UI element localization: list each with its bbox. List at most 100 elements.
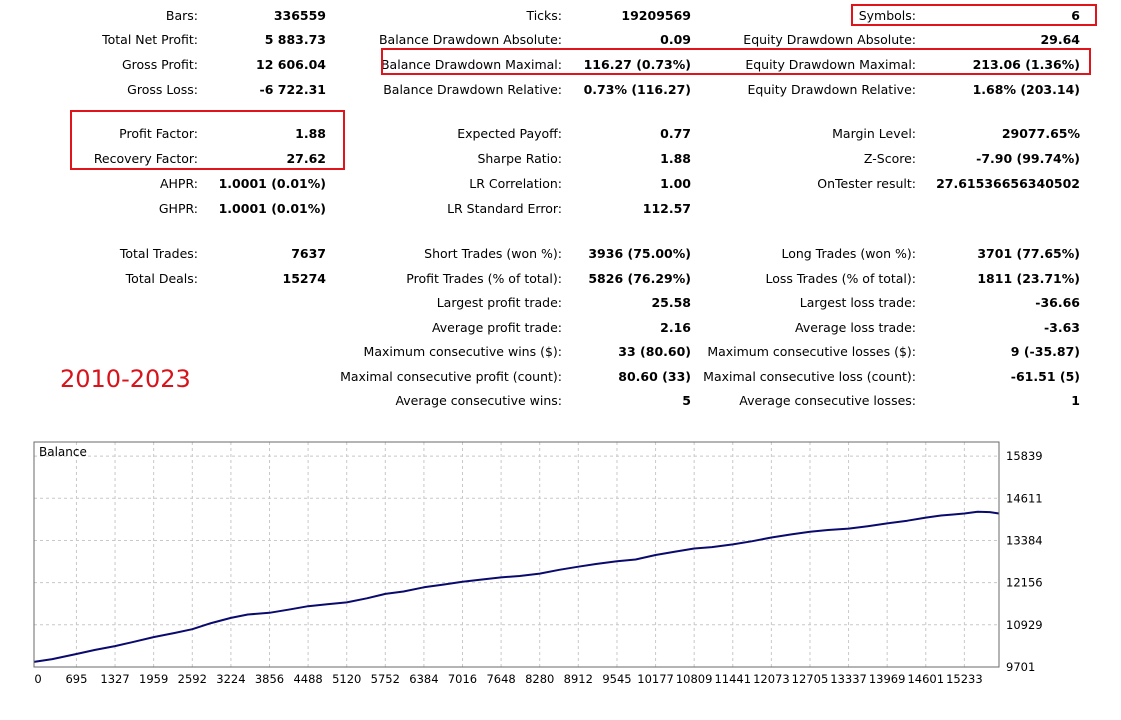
balance-chart: 0 695 1327 1959 2592 3224 3856 4488 5120 5752 6384… bbox=[0, 438, 1121, 716]
stat-label: Balance Drawdown Maximal: bbox=[380, 57, 562, 72]
stat-value: 6 bbox=[1071, 8, 1080, 23]
stat-value bbox=[920, 197, 1080, 221]
stat-value: 15274 bbox=[282, 271, 327, 286]
x-tick-label: 7016 bbox=[448, 672, 477, 686]
x-tick-label: 3856 bbox=[255, 672, 284, 686]
stat-label: Maximal consecutive loss (count): bbox=[703, 369, 916, 384]
stat-label bbox=[700, 197, 916, 221]
stat-label: Margin Level: bbox=[832, 126, 916, 141]
stat-value: 3701 (77.65%) bbox=[977, 246, 1080, 261]
stat-label: Gross Loss: bbox=[127, 82, 198, 97]
y-tick-label: 14611 bbox=[1006, 491, 1043, 505]
test-report-stats: Bars: 336559 Ticks: 19209569 Symbols: 6 Total … bbox=[0, 0, 1121, 420]
x-tick-label: 5120 bbox=[332, 672, 361, 686]
stats-row: Total Net Profit: 5 883.73 Balance Drawdow… bbox=[0, 28, 1121, 52]
stat-label: Average profit trade: bbox=[431, 320, 562, 335]
x-tick-label: 695 bbox=[65, 672, 87, 686]
x-tick-label: 1959 bbox=[139, 672, 168, 686]
stats-row: Total Deals: 15274 Profit Trades (% of tot… bbox=[0, 267, 1121, 291]
stat-label: Maximal consecutive profit (count): bbox=[340, 369, 562, 384]
stats-row: Maximum consecutive wins ($): 33 (80.60) M… bbox=[0, 340, 1121, 364]
stat-label: Average consecutive losses: bbox=[739, 393, 916, 408]
period-label: 2010-2023 bbox=[60, 365, 191, 393]
stat-label: Total Net Profit: bbox=[102, 32, 198, 47]
stat-value: 12 606.04 bbox=[256, 57, 326, 72]
x-tick-label: 13969 bbox=[869, 672, 906, 686]
stat-value: 5 883.73 bbox=[264, 32, 326, 47]
x-tick-label: 11441 bbox=[714, 672, 751, 686]
stats-row: Recovery Factor: 27.62 Sharpe Ratio: 1.88 Z-… bbox=[0, 147, 1121, 171]
stat-value: 3936 (75.00%) bbox=[588, 246, 691, 261]
stat-value: 1.88 bbox=[660, 151, 691, 166]
stat-label: Largest loss trade: bbox=[799, 295, 916, 310]
stat-label: Gross Profit: bbox=[121, 57, 198, 72]
stats-row: Largest profit trade: 25.58 Largest loss t… bbox=[0, 291, 1121, 315]
stat-value: 0.73% (116.27) bbox=[583, 82, 691, 97]
stat-value bbox=[200, 340, 326, 364]
stat-label: AHPR: bbox=[159, 176, 198, 191]
stats-row: Profit Factor: 1.88 Expected Payoff: 0.77 Ma… bbox=[0, 122, 1121, 146]
x-tick-label: 3224 bbox=[216, 672, 245, 686]
stats-row: Total Trades: 7637 Short Trades (won %): 39… bbox=[0, 242, 1121, 266]
stat-label: Sharpe Ratio: bbox=[477, 151, 562, 166]
x-tick-label: 13337 bbox=[830, 672, 867, 686]
stat-label: Total Deals: bbox=[125, 271, 198, 286]
x-tick-label: 9545 bbox=[602, 672, 631, 686]
stat-value: -6 722.31 bbox=[259, 82, 326, 97]
stat-value: 116.27 (0.73%) bbox=[583, 57, 691, 72]
stat-value: 80.60 (33) bbox=[618, 369, 691, 384]
stat-label bbox=[0, 291, 198, 315]
stat-label: Symbols: bbox=[858, 8, 916, 23]
y-tick-label: 9701 bbox=[1006, 660, 1035, 674]
stat-value bbox=[200, 316, 326, 340]
stat-label: Average loss trade: bbox=[795, 320, 916, 335]
x-tick-label: 12073 bbox=[753, 672, 790, 686]
stat-value: 5826 (76.29%) bbox=[588, 271, 691, 286]
stat-value: 1.0001 (0.01%) bbox=[218, 176, 326, 191]
stats-row: Bars: 336559 Ticks: 19209569 Symbols: 6 bbox=[0, 4, 1121, 28]
plot-area bbox=[34, 442, 999, 667]
stat-label: Equity Drawdown Absolute: bbox=[743, 32, 916, 47]
stat-value bbox=[200, 291, 326, 315]
stat-value: 0.09 bbox=[660, 32, 691, 47]
stat-label: Equity Drawdown Relative: bbox=[747, 82, 916, 97]
stat-label: Bars: bbox=[165, 8, 198, 23]
stat-label: Equity Drawdown Maximal: bbox=[745, 57, 916, 72]
stat-value: 1.00 bbox=[660, 176, 691, 191]
stat-value: 1 bbox=[1071, 393, 1080, 408]
stat-value: 0.77 bbox=[660, 126, 691, 141]
stat-label: Largest profit trade: bbox=[436, 295, 562, 310]
stats-row: AHPR: 1.0001 (0.01%) LR Correlation: 1.00 On… bbox=[0, 172, 1121, 196]
x-tick-label: 10177 bbox=[637, 672, 674, 686]
balance-chart-svg: 0 695 1327 1959 2592 3224 3856 4488 5120 5752 6384… bbox=[33, 441, 1043, 686]
stat-value: -61.51 (5) bbox=[1010, 369, 1080, 384]
stat-value: 5 bbox=[682, 393, 691, 408]
y-tick-label: 12156 bbox=[1006, 576, 1043, 590]
y-tick-label: 13384 bbox=[1006, 533, 1043, 547]
stat-value: 1811 (23.71%) bbox=[977, 271, 1080, 286]
chart-title: Balance bbox=[39, 445, 87, 459]
stats-row: Average profit trade: 2.16 Average loss tr… bbox=[0, 316, 1121, 340]
stat-value bbox=[200, 389, 326, 413]
stat-label: Average consecutive wins: bbox=[395, 393, 562, 408]
stat-label: Profit Factor: bbox=[119, 126, 198, 141]
x-tick-label: 15233 bbox=[946, 672, 983, 686]
stat-value: 19209569 bbox=[621, 8, 691, 23]
stat-label: Profit Trades (% of total): bbox=[406, 271, 562, 286]
stat-label: Total Trades: bbox=[119, 246, 198, 261]
stat-value: 33 (80.60) bbox=[618, 344, 691, 359]
stat-label: GHPR: bbox=[158, 201, 198, 216]
x-tick-label: 1327 bbox=[100, 672, 129, 686]
stat-value: 29077.65% bbox=[1001, 126, 1080, 141]
stat-value: 2.16 bbox=[660, 320, 691, 335]
stat-label: Long Trades (won %): bbox=[781, 246, 916, 261]
x-tick-label: 12705 bbox=[792, 672, 829, 686]
stat-value: 25.58 bbox=[651, 295, 691, 310]
stat-value: 1.68% (203.14) bbox=[972, 82, 1080, 97]
stat-value bbox=[200, 365, 326, 389]
stat-value: 9 (-35.87) bbox=[1010, 344, 1080, 359]
y-tick-label: 10929 bbox=[1006, 618, 1043, 632]
stat-value: 1.88 bbox=[295, 126, 326, 141]
x-tick-label: 4488 bbox=[293, 672, 322, 686]
x-tick-label: 6384 bbox=[409, 672, 438, 686]
